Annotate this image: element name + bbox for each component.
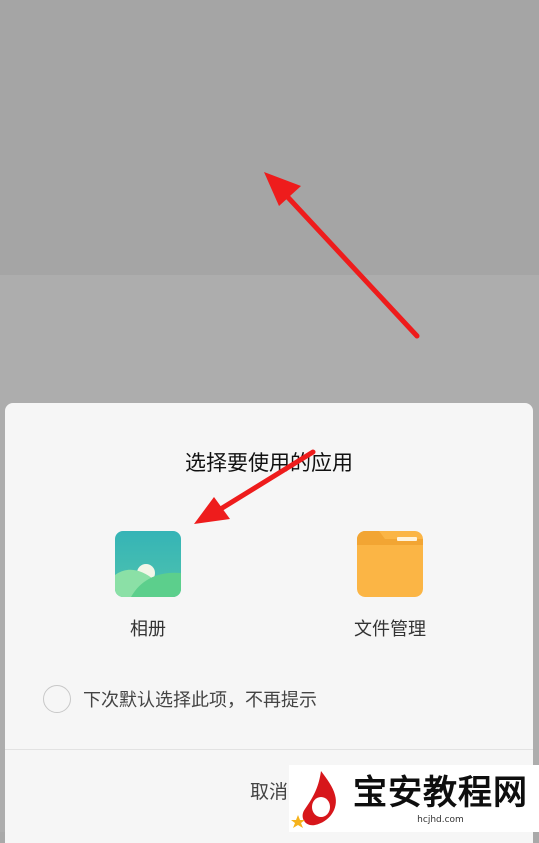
watermark-title: 宝安教程网: [353, 772, 528, 813]
watermark: 宝安教程网 hcjhd.com: [289, 765, 539, 832]
annotation-arrows: [194, 172, 420, 524]
arrow-upper: [264, 172, 420, 339]
watermark-url: hcjhd.com: [417, 814, 464, 825]
watermark-logo-icon: [289, 765, 351, 832]
arrow-lower: [194, 449, 316, 524]
